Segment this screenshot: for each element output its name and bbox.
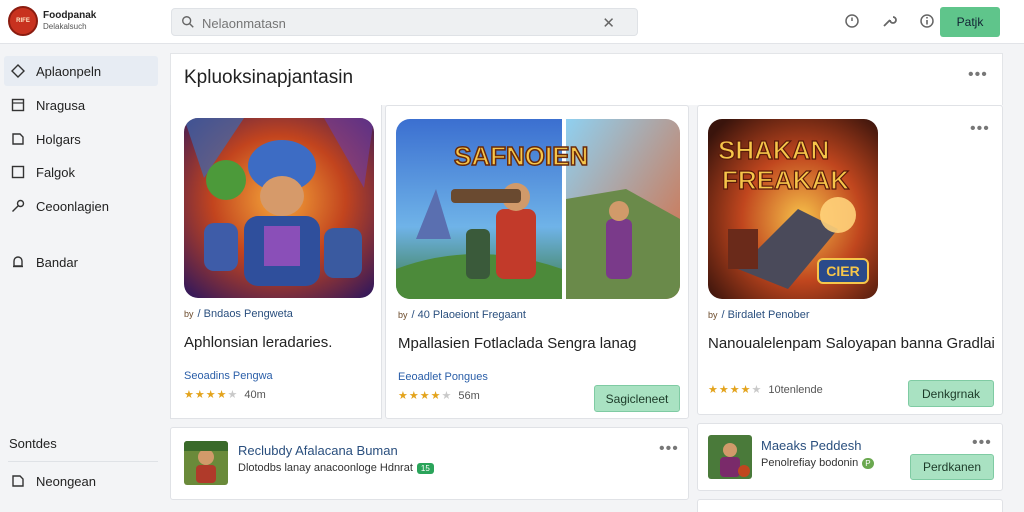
sidebar-item-3[interactable]: Falgok — [4, 157, 158, 187]
sidebar-item-4[interactable]: Ceoonlagien — [4, 191, 158, 221]
app-developer: by / Bndaos Pengweta — [184, 308, 293, 320]
sidebar-bottom-item-0[interactable]: Neongean — [4, 466, 158, 496]
sidebar-item-2[interactable]: Holgars — [4, 124, 158, 154]
app-title[interactable]: Aphlonsian leradaries. — [184, 333, 374, 353]
app-developer: by/ 40 Plaoeiont Fregaant — [398, 309, 526, 321]
sidebar-item-label: Holgars — [36, 131, 81, 147]
rating-stars: ★★★★★ 40m — [184, 388, 266, 401]
sidebar-item-label: Falgok — [36, 164, 76, 180]
more-options-icon[interactable]: ••• — [970, 120, 990, 138]
bell-icon — [10, 254, 26, 270]
rating-stars: ★★★★★ 56m — [398, 389, 480, 402]
app-publisher-link[interactable]: Eeoadlet Pongues — [398, 371, 488, 383]
brand-tagline: Delakalsuch — [43, 22, 87, 31]
app-publisher-link[interactable]: Seoadins Pengwa — [184, 370, 273, 382]
app-card-0[interactable]: by / Bndaos Pengweta Aphlonsian leradarie… — [170, 105, 382, 419]
developer-name: / Bndaos Pengweta — [197, 308, 293, 320]
list-item-1[interactable]: ••• Maeaks Peddesh Penolrefiay bodonin P … — [697, 423, 1003, 491]
app-subtitle: Penolrefiay bodonin P — [761, 457, 874, 469]
info-icon[interactable] — [918, 12, 936, 30]
key-icon — [10, 198, 26, 214]
developer-tag: by — [708, 310, 718, 320]
app-subtitle-text: Penolrefiay bodonin — [761, 457, 859, 469]
app-developer: by / Birdalet Penober — [708, 309, 810, 321]
sidebar-section-heading: Sontdes — [9, 436, 57, 451]
star-icon: ★★★★ — [184, 389, 228, 401]
logo-text: RIFE — [16, 18, 30, 24]
top-bar: RIFE Foodpanak Delakalsuch ✕ Patjk — [0, 0, 1024, 44]
sidebar-item-label: Nragusa — [36, 97, 86, 113]
sidebar-item-label: Aplaonpeln — [36, 63, 102, 79]
app-thumbnail[interactable]: SAFNOIEN — [396, 119, 680, 299]
primary-action-button[interactable]: Patjk — [940, 7, 1000, 37]
rating-count: 10tenlende — [768, 384, 823, 396]
sidebar-item-0[interactable]: Aplaonpeln — [4, 56, 158, 86]
sidebar-item-label: Bandar — [36, 254, 78, 270]
star-empty-icon: ★ — [751, 384, 763, 396]
list-item-partial[interactable] — [697, 499, 1003, 512]
list-item-0[interactable]: ••• Reclubdy Afalacana Buman Dlotodbs la… — [170, 427, 689, 500]
search-input[interactable] — [202, 13, 592, 33]
sidebar: Aplaonpeln Nragusa Holgars Falgok Ceoonl… — [0, 44, 160, 512]
note-icon — [10, 131, 26, 147]
divider — [8, 461, 158, 462]
thumbnail-badge: CIER — [826, 263, 859, 279]
app-title[interactable]: Reclubdy Afalacana Buman — [238, 443, 398, 458]
page-title: Kpluoksinapjantasin — [184, 67, 354, 88]
star-icon: ★★★★ — [398, 390, 442, 402]
square-icon — [10, 97, 26, 113]
search-icon — [182, 16, 194, 28]
square-icon — [10, 164, 26, 180]
more-options-icon[interactable]: ••• — [968, 66, 988, 84]
sidebar-item-label: Ceoonlagien — [36, 198, 110, 214]
install-button[interactable]: Denkgrnak — [908, 380, 994, 407]
developer-name: / Birdalet Penober — [721, 309, 810, 321]
brand-name: Foodpanak — [43, 10, 97, 21]
sidebar-item-1[interactable]: Nragusa — [4, 90, 158, 120]
app-subtitle-text: Dlotodbs lanay anacoonloge Hdnrat — [238, 462, 413, 474]
star-empty-icon: ★ — [227, 389, 239, 401]
app-thumbnail[interactable] — [708, 435, 752, 479]
app-title[interactable]: Mpallasien Fotlaclada Sengra lanag — [398, 334, 682, 354]
app-card-1[interactable]: SAFNOIEN by/ 40 Plaoeiont Fregaant Mpall… — [385, 105, 689, 419]
developer-tag: by — [398, 310, 408, 320]
developer-tag: by — [184, 309, 194, 319]
search-bar[interactable]: ✕ — [171, 8, 638, 36]
brand: Foodpanak Delakalsuch — [43, 10, 96, 32]
app-logo[interactable]: RIFE — [8, 6, 38, 36]
star-empty-icon: ★ — [441, 390, 453, 402]
thumbnail-title-1: SHAKAN — [718, 135, 829, 165]
install-button[interactable]: Sagicleneet — [594, 385, 680, 412]
app-subtitle: Dlotodbs lanay anacoonloge Hdnrat 15 — [238, 462, 434, 474]
sidebar-item-5[interactable]: Bandar — [4, 247, 158, 277]
developer-name: / 40 Plaoeiont Fregaant — [411, 309, 526, 321]
main-panel-header: Kpluoksinapjantasin ••• — [170, 53, 1003, 105]
note-icon — [10, 473, 26, 489]
rating-stars: ★★★★★ 10tenlende — [708, 383, 823, 396]
app-thumbnail[interactable] — [184, 441, 228, 485]
app-thumbnail[interactable] — [184, 118, 374, 298]
app-title[interactable]: Maeaks Peddesh — [761, 438, 861, 453]
count-badge: 15 — [416, 463, 434, 474]
count-badge: P — [862, 458, 874, 469]
app-title[interactable]: Nanoualelenpam Saloyapan banna Gradlai — [708, 334, 998, 354]
rating-count: 40m — [244, 389, 266, 401]
sidebar-item-label: Neongean — [36, 473, 96, 489]
clock-icon[interactable] — [843, 12, 861, 30]
wrench-icon[interactable] — [880, 12, 898, 30]
thumbnail-title-2: FREAKAK — [722, 165, 849, 195]
thumbnail-title: SAFNOIEN — [454, 141, 588, 171]
rating-count: 56m — [458, 390, 480, 402]
app-card-2[interactable]: ••• SHAKAN FREAKAK CIER by / Birdalet Pen… — [697, 105, 1003, 415]
close-icon[interactable]: ✕ — [602, 14, 615, 32]
app-thumbnail[interactable]: SHAKAN FREAKAK CIER — [708, 119, 878, 299]
diamond-icon — [10, 63, 26, 79]
install-button[interactable]: Perdkanen — [910, 454, 994, 480]
star-icon: ★★★★ — [708, 384, 752, 396]
more-options-icon[interactable]: ••• — [659, 440, 679, 458]
more-options-icon[interactable]: ••• — [972, 434, 992, 452]
